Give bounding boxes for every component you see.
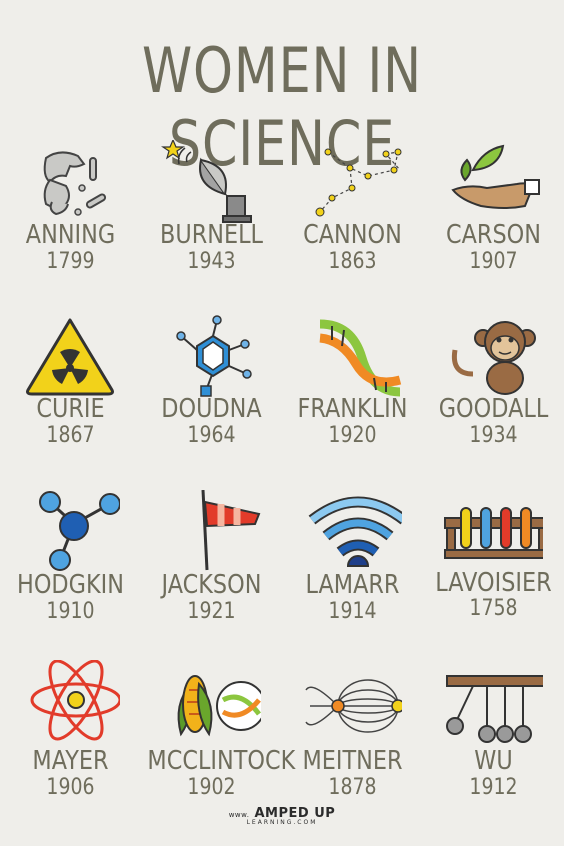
- scientist-name: JACKSON: [161, 570, 262, 600]
- scientist-year: 1914: [328, 599, 377, 624]
- scientist-card-goodall: GOODALL 1934: [423, 314, 564, 490]
- monkey-icon: [443, 314, 543, 400]
- magnetic-field-icon: [302, 660, 402, 746]
- scientist-year: 1878: [328, 775, 377, 800]
- scientist-card-lavoisier: LAVOISIER 1758: [423, 490, 564, 666]
- scientist-card-curie: CURIE 1867: [0, 314, 141, 490]
- scientist-card-hodgkin: HODGKIN 1910: [0, 490, 141, 666]
- scientist-year: 1934: [469, 423, 518, 448]
- fossil-icon: [20, 140, 120, 226]
- scientist-card-franklin: FRANKLIN 1920: [282, 314, 423, 490]
- scientist-year: 1943: [187, 249, 236, 274]
- scientist-year: 1906: [46, 775, 95, 800]
- scientist-card-carson: CARSON 1907: [423, 140, 564, 316]
- scientist-name: MEITNER: [302, 746, 403, 776]
- scientist-card-cannon: CANNON 1863: [282, 140, 423, 316]
- scientist-year: 1863: [328, 249, 377, 274]
- scientist-name: WU: [474, 746, 513, 776]
- dna-icon: [302, 314, 402, 400]
- scientist-name: LAMARR: [305, 570, 400, 600]
- scientist-year: 1964: [187, 423, 236, 448]
- scientist-year: 1920: [328, 423, 377, 448]
- scientist-name: CANNON: [303, 220, 402, 250]
- scientist-name: CURIE: [36, 394, 105, 424]
- atoms-model-icon: [20, 490, 120, 576]
- hand-leaf-icon: [443, 140, 543, 226]
- scientist-name: CARSON: [446, 220, 541, 250]
- scientist-card-jackson: JACKSON 1921: [141, 490, 282, 666]
- scientist-year: 1907: [469, 249, 518, 274]
- scientist-name: HODGKIN: [17, 570, 124, 600]
- scientist-year: 1758: [469, 596, 518, 621]
- scientist-year: 1912: [469, 775, 518, 800]
- atom-icon: [20, 660, 120, 746]
- scientist-year: 1902: [187, 775, 236, 800]
- scientist-year: 1799: [46, 249, 95, 274]
- scientist-year: 1921: [187, 599, 236, 624]
- wifi-icon: [302, 490, 402, 576]
- scientist-name: LAVOISIER: [435, 568, 552, 598]
- scientist-name: DOUDNA: [161, 394, 262, 424]
- constellation-icon: [302, 140, 402, 226]
- test-tubes-icon: [443, 490, 543, 576]
- scientist-name: GOODALL: [438, 394, 549, 424]
- windsock-icon: [161, 490, 261, 576]
- scientist-card-lamarr: LAMARR 1914: [282, 490, 423, 666]
- scientist-name: MCCLINTOCK: [147, 746, 296, 776]
- radiation-icon: [20, 314, 120, 400]
- scientist-name: BURNELL: [159, 220, 264, 250]
- brand-logo: www. AMPED UP LEARNING.COM: [0, 806, 564, 826]
- scientist-year: 1867: [46, 423, 95, 448]
- logo-subtext: LEARNING.COM: [246, 819, 318, 826]
- radio-telescope-icon: [161, 140, 261, 226]
- scientist-name: MAYER: [32, 746, 109, 776]
- scientist-name: FRANKLIN: [297, 394, 408, 424]
- scientist-card-burnell: BURNELL 1943: [141, 140, 282, 316]
- scientist-card-doudna: DOUDNA 1964: [141, 314, 282, 490]
- newtons-cradle-icon: [443, 660, 543, 746]
- scientist-name: ANNING: [25, 220, 116, 250]
- corn-dna-icon: [161, 660, 261, 746]
- scientist-card-anning: ANNING 1799: [0, 140, 141, 316]
- molecule-icon: [161, 314, 261, 400]
- scientist-year: 1910: [46, 599, 95, 624]
